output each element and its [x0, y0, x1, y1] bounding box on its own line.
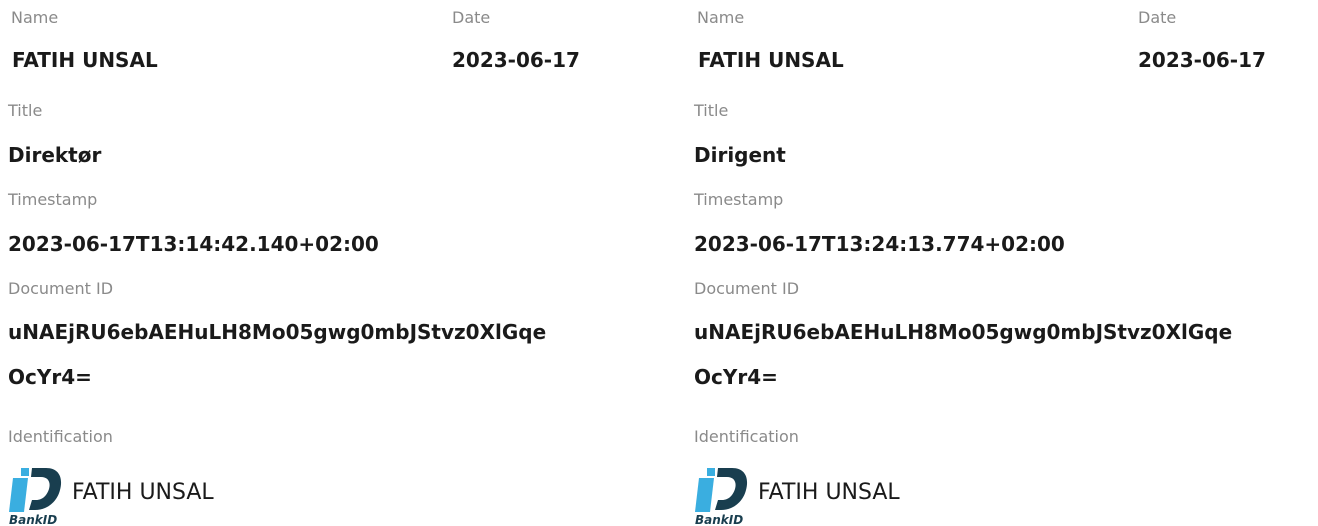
bankid-logo-icon: BankID: [695, 468, 748, 526]
identification-name: FATIH UNSAL: [72, 480, 214, 505]
identification-label: Identification: [694, 427, 799, 446]
title-value: Direktør: [8, 143, 102, 167]
document-id-value-line2: OcYr4=: [8, 365, 92, 389]
timestamp-label: Timestamp: [8, 190, 98, 209]
bankid-wordmark: BankID: [9, 513, 57, 526]
title-label: Title: [694, 101, 729, 120]
identification-row: BankID FATIH UNSAL: [694, 466, 1094, 526]
name-value: FATIH UNSAL: [698, 48, 844, 72]
name-label: Name: [697, 8, 745, 27]
name-value: FATIH UNSAL: [12, 48, 158, 72]
bankid-wordmark: BankID: [695, 513, 743, 526]
title-label: Title: [8, 101, 43, 120]
timestamp-value: 2023-06-17T13:14:42.140+02:00: [8, 232, 379, 256]
date-value: 2023-06-17: [1138, 48, 1266, 72]
document-id-value-line1: uNAEjRU6ebAEHuLH8Mo05gwg0mbJStvz0XlGqe: [694, 320, 1233, 344]
bankid-logo-icon: BankID: [9, 468, 62, 526]
timestamp-value: 2023-06-17T13:24:13.774+02:00: [694, 232, 1065, 256]
identification-name: FATIH UNSAL: [758, 480, 900, 505]
document-id-label: Document ID: [8, 279, 114, 298]
date-label: Date: [1138, 8, 1177, 27]
title-value: Dirigent: [694, 143, 786, 167]
timestamp-label: Timestamp: [694, 190, 784, 209]
date-label: Date: [452, 8, 491, 27]
signature-card-2: Name Date FATIH UNSAL 2023-06-17 Title D…: [694, 0, 1318, 526]
document-id-value-line2: OcYr4=: [694, 365, 778, 389]
identification-row: BankID FATIH UNSAL: [8, 466, 408, 526]
date-value: 2023-06-17: [452, 48, 580, 72]
name-label: Name: [11, 8, 59, 27]
identification-label: Identification: [8, 427, 113, 446]
document-id-label: Document ID: [694, 279, 800, 298]
signature-card-1: Name Date FATIH UNSAL 2023-06-17 Title D…: [8, 0, 648, 526]
document-id-value-line1: uNAEjRU6ebAEHuLH8Mo05gwg0mbJStvz0XlGqe: [8, 320, 547, 344]
